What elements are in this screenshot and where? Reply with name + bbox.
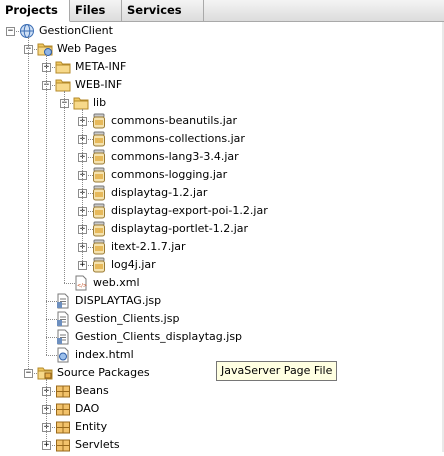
tree-connector — [82, 109, 83, 265]
project-tree: − GestionClient − Web Pages + META-INF − WEB-IN… — [0, 22, 444, 452]
tree-node-label[interactable]: Beans — [75, 382, 109, 400]
jsp-file-icon — [55, 293, 71, 309]
tree-node-label[interactable]: lib — [93, 94, 106, 112]
jsp-file-icon — [55, 329, 71, 345]
project-icon — [19, 23, 35, 39]
jar-icon — [91, 113, 107, 129]
tree-node-label[interactable]: itext-2.1.7.jar — [111, 238, 186, 256]
tree-node-label[interactable]: displaytag-portlet-1.2.jar — [111, 220, 248, 238]
tab-bar: Projects Files Services — [0, 0, 444, 22]
package-icon — [55, 401, 71, 417]
package-icon — [55, 437, 71, 453]
tree-node-label[interactable]: commons-collections.jar — [111, 130, 245, 148]
jar-icon — [91, 257, 107, 273]
webpages-folder-icon — [37, 41, 53, 57]
jar-icon — [91, 185, 107, 201]
jar-icon — [91, 167, 107, 183]
folder-icon — [73, 95, 89, 111]
package-icon — [55, 419, 71, 435]
tree-node-label[interactable]: Web Pages — [57, 40, 117, 58]
tab-files[interactable]: Files — [70, 0, 122, 21]
tree-node-label[interactable]: Gestion_Clients_displaytag.jsp — [75, 328, 242, 346]
tree-node-label[interactable]: GestionClient — [39, 22, 113, 40]
html-file-icon — [55, 347, 71, 363]
expand-toggle[interactable]: + — [78, 261, 87, 270]
jar-icon — [91, 203, 107, 219]
tree-node-label[interactable]: Gestion_Clients.jsp — [75, 310, 179, 328]
tree-node-label[interactable]: commons-lang3-3.4.jar — [111, 148, 239, 166]
jar-icon — [91, 221, 107, 237]
svg-text:</>: </> — [77, 283, 87, 289]
tree-node-label[interactable]: displaytag-1.2.jar — [111, 184, 207, 202]
tree-node-label[interactable]: web.xml — [93, 274, 140, 292]
tree-node-label[interactable]: commons-logging.jar — [111, 166, 227, 184]
tree-node-label[interactable]: Source Packages — [57, 364, 150, 382]
jsp-file-icon — [55, 311, 71, 327]
tree-node-label[interactable]: displaytag-export-poi-1.2.jar — [111, 202, 268, 220]
folder-icon — [55, 59, 71, 75]
tab-services[interactable]: Services — [122, 0, 204, 21]
tree-node-label[interactable]: META-INF — [75, 58, 126, 76]
tree-connector — [46, 379, 47, 445]
tree-node-label[interactable]: log4j.jar — [111, 256, 156, 274]
collapse-toggle[interactable]: − — [24, 369, 33, 378]
jar-icon — [91, 239, 107, 255]
tree-node-label[interactable]: WEB-INF — [75, 76, 122, 94]
folder-icon — [55, 77, 71, 93]
tree-connector — [28, 37, 29, 373]
tree-node-label[interactable]: DISPLAYTAG.jsp — [75, 292, 161, 310]
tree-connector — [64, 91, 65, 283]
collapse-toggle[interactable]: − — [6, 27, 15, 36]
tree-connector — [46, 55, 47, 355]
tree-node-label[interactable]: commons-beanutils.jar — [111, 112, 237, 130]
jar-icon — [91, 131, 107, 147]
jar-icon — [91, 149, 107, 165]
xml-file-icon: </> — [73, 275, 89, 291]
expand-toggle[interactable]: + — [42, 441, 51, 450]
source-packages-icon — [37, 365, 53, 381]
tab-projects[interactable]: Projects — [0, 0, 70, 22]
tree-node-label[interactable]: Servlets — [75, 436, 120, 454]
tooltip: JavaServer Page File — [216, 361, 338, 381]
tree-node-label[interactable]: DAO — [75, 400, 99, 418]
package-icon — [55, 383, 71, 399]
tree-node-label[interactable]: index.html — [75, 346, 134, 364]
tree-node-label[interactable]: Entity — [75, 418, 107, 436]
